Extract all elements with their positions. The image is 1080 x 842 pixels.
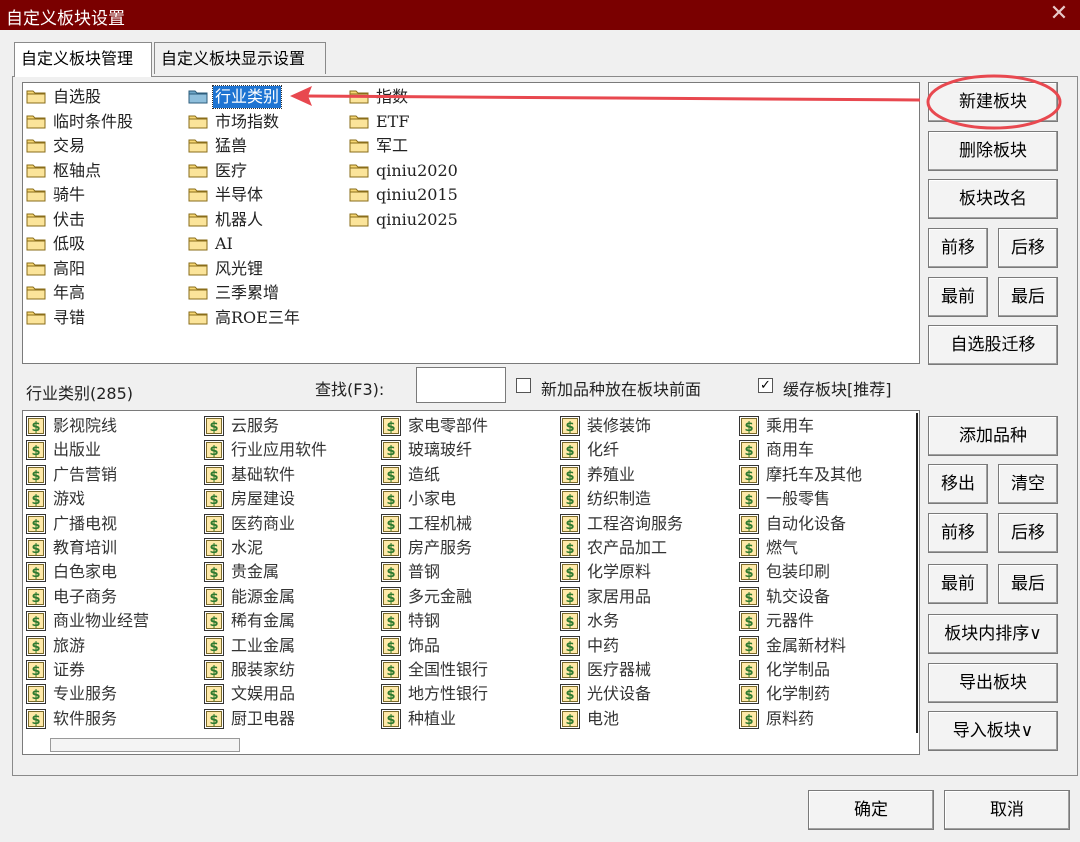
annotation-arrow-line xyxy=(304,94,921,102)
dialog-window: 自定义板块设置 ✕ 自定义板块管理 自定义板块显示设置 自选股 临时条件股 交易 枢轴… xyxy=(0,0,1080,842)
tab-block-management[interactable]: 自定义板块管理 xyxy=(14,42,152,77)
annotation-circle xyxy=(926,74,1062,130)
annotation-overlay xyxy=(290,74,1062,130)
